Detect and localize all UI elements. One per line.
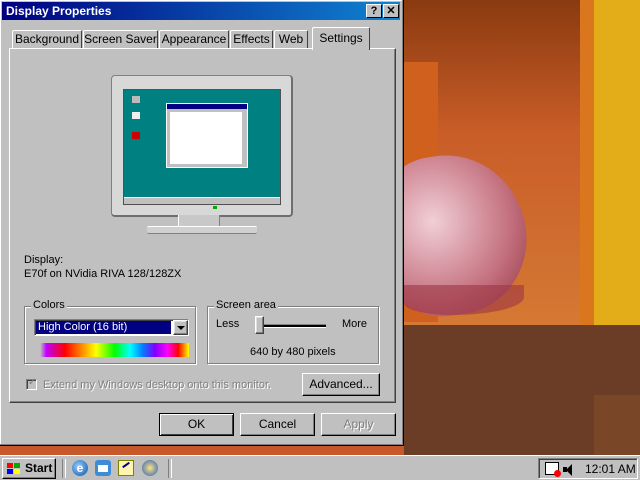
screen-area-more-label: More bbox=[341, 318, 367, 330]
preview-window-body bbox=[170, 112, 242, 164]
extend-desktop-checkbox[interactable]: ✓ bbox=[26, 377, 37, 390]
advanced-button[interactable]: Advanced... bbox=[302, 373, 380, 396]
scheduler-icon[interactable] bbox=[545, 462, 561, 477]
color-spectrum-bar bbox=[34, 343, 189, 357]
extend-desktop-label: Extend my Windows desktop onto this moni… bbox=[43, 379, 272, 391]
colors-group-label: Colors bbox=[31, 299, 67, 311]
channels-icon[interactable] bbox=[142, 460, 158, 476]
tab-label: Screen Saver bbox=[84, 32, 157, 46]
preview-desktop-icon bbox=[132, 112, 140, 119]
system-tray: 12:01 AM bbox=[538, 458, 638, 479]
monitor-screen bbox=[123, 89, 281, 205]
tab-label: Appearance bbox=[161, 32, 227, 46]
tab-web[interactable]: Web bbox=[274, 30, 308, 48]
tab-label: Effects bbox=[233, 32, 270, 46]
preview-window bbox=[166, 103, 248, 168]
window-title: Display Properties bbox=[6, 4, 112, 18]
color-depth-select[interactable]: High Color (16 bit) bbox=[34, 319, 189, 336]
taskbar-divider bbox=[168, 459, 172, 478]
preview-window-title bbox=[167, 104, 247, 109]
preview-taskbar bbox=[124, 197, 280, 204]
apply-button[interactable]: Apply bbox=[321, 413, 396, 436]
screen-area-slider-thumb[interactable] bbox=[255, 316, 264, 334]
tab-settings[interactable]: Settings bbox=[312, 27, 370, 50]
advanced-button-label: Advanced... bbox=[309, 377, 373, 391]
tab-label: Background bbox=[14, 32, 80, 46]
tab-appearance[interactable]: Appearance bbox=[159, 30, 229, 48]
preview-desktop-icon bbox=[132, 132, 140, 139]
ok-button[interactable]: OK bbox=[159, 413, 234, 436]
display-properties-window: Display Properties ? ✕ Background Screen… bbox=[0, 0, 404, 446]
preview-desktop-icon bbox=[132, 96, 140, 103]
apply-button-label: Apply bbox=[343, 417, 374, 431]
monitor-preview bbox=[111, 75, 293, 217]
dropdown-arrow-icon[interactable] bbox=[173, 320, 188, 335]
tab-screen-saver[interactable]: Screen Saver bbox=[83, 30, 158, 48]
show-desktop-icon[interactable] bbox=[118, 460, 134, 476]
help-icon[interactable]: ? bbox=[366, 4, 382, 18]
display-value: E70f on NVidia RIVA 128/128ZX bbox=[24, 268, 182, 280]
close-icon[interactable]: ✕ bbox=[383, 4, 399, 18]
outlook-express-icon[interactable] bbox=[95, 460, 111, 476]
start-label: Start bbox=[25, 461, 53, 475]
color-depth-selected: High Color (16 bit) bbox=[36, 321, 171, 334]
screen-area-less-label: Less bbox=[216, 318, 240, 330]
quicklaunch-divider bbox=[62, 459, 66, 478]
tab-background[interactable]: Background bbox=[12, 30, 82, 48]
tab-label: Web bbox=[278, 32, 304, 46]
screen-area-group: Screen area Less More 640 by 480 pixels bbox=[207, 299, 379, 364]
start-button[interactable]: Start bbox=[2, 458, 56, 479]
ok-button-label: OK bbox=[187, 417, 206, 431]
tab-effects[interactable]: Effects bbox=[230, 30, 273, 48]
volume-icon[interactable] bbox=[563, 463, 577, 476]
screen-area-value: 640 by 480 pixels bbox=[250, 346, 336, 358]
cancel-button-label: Cancel bbox=[258, 417, 297, 431]
cancel-button[interactable]: Cancel bbox=[240, 413, 315, 436]
tab-label: Settings bbox=[319, 31, 363, 45]
screen-area-slider-track[interactable] bbox=[258, 324, 326, 328]
clock[interactable]: 12:01 AM bbox=[585, 462, 636, 476]
title-bar[interactable]: Display Properties ? ✕ bbox=[2, 2, 400, 20]
monitor-stand bbox=[147, 226, 257, 234]
monitor-led bbox=[213, 206, 217, 209]
settings-panel: Display: E70f on NVidia RIVA 128/128ZX C… bbox=[9, 48, 396, 403]
screen-area-group-label: Screen area bbox=[214, 299, 278, 311]
checkmark-icon: ✓ bbox=[28, 377, 37, 388]
taskbar: Start e 12:01 AM bbox=[0, 455, 640, 480]
windows-logo-icon bbox=[7, 463, 20, 475]
scene-yellow-bottom bbox=[594, 395, 640, 455]
display-label: Display: bbox=[24, 254, 64, 266]
colors-group: Colors High Color (16 bit) bbox=[24, 299, 196, 364]
ie-icon[interactable]: e bbox=[72, 460, 88, 476]
